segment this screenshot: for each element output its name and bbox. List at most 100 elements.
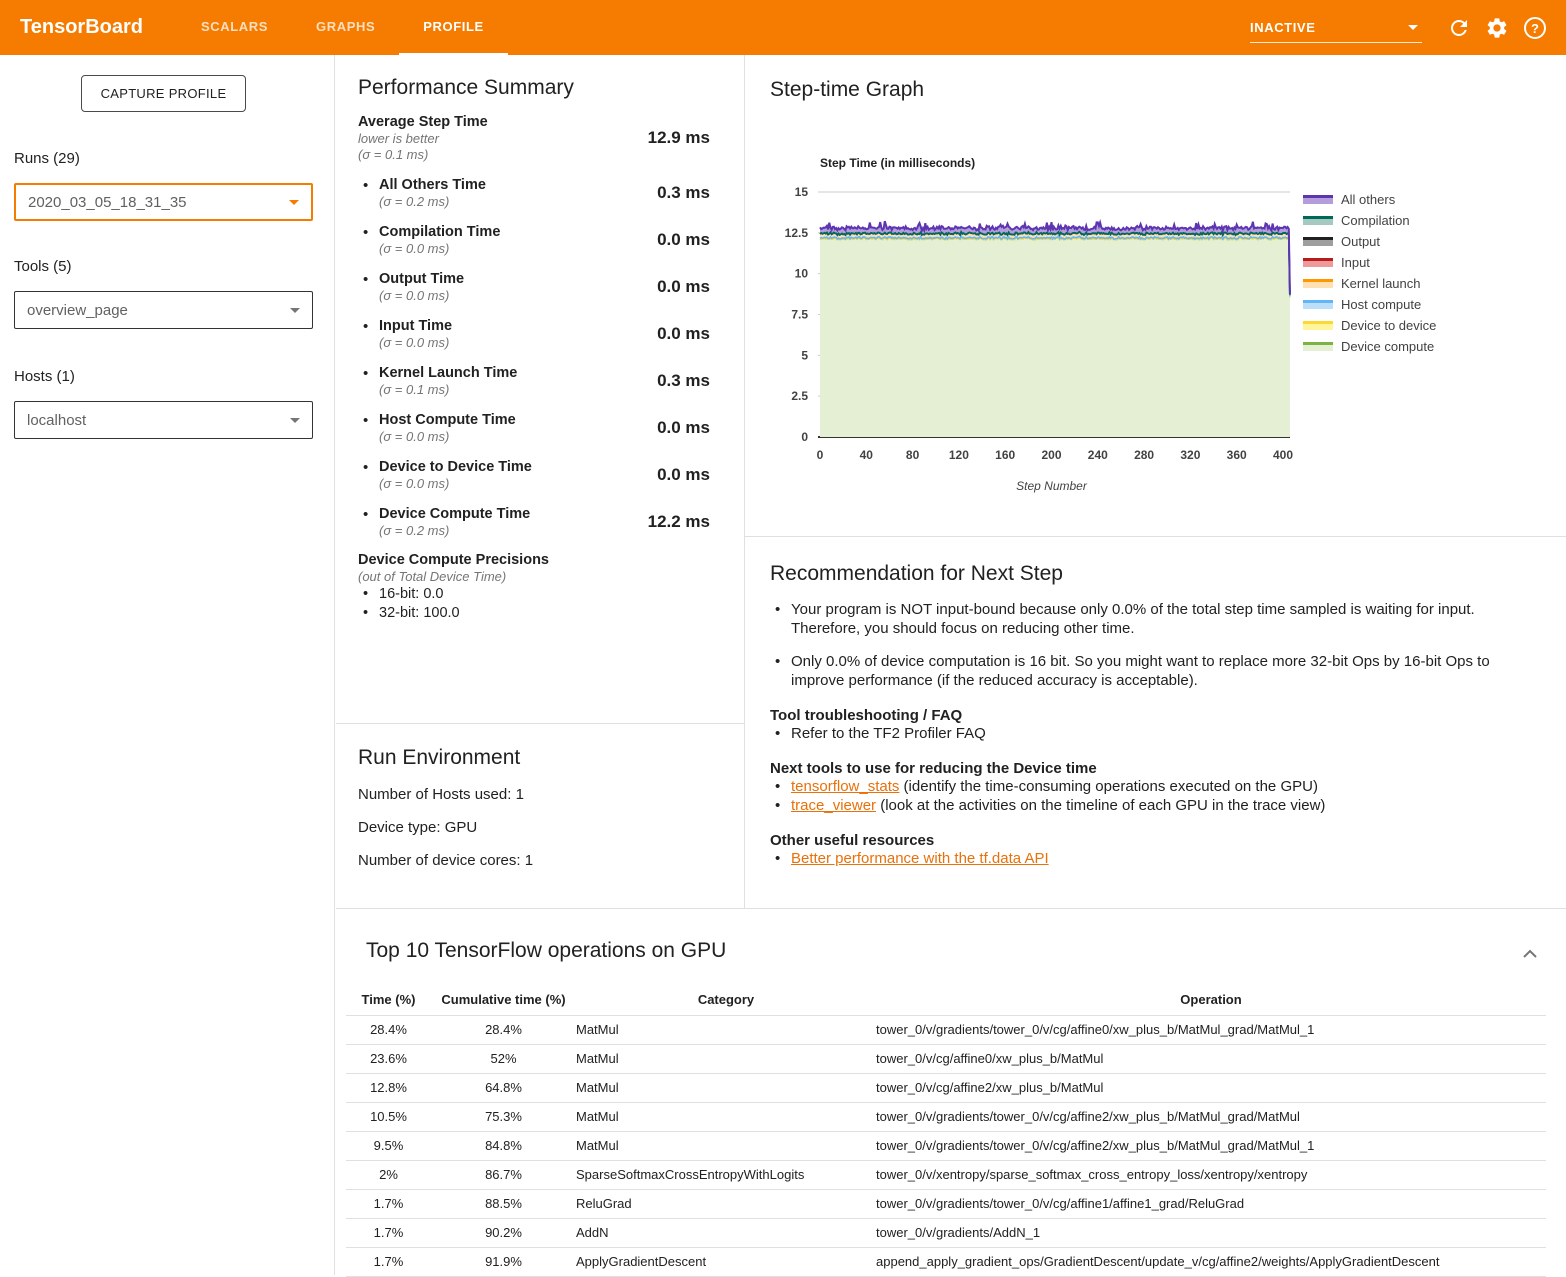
table-row: 1.7%90.2%AddNtower_0/v/gradients/AddN_1 bbox=[346, 1218, 1546, 1247]
chevron-down-icon bbox=[290, 308, 300, 313]
metric-name: Kernel Launch Time bbox=[379, 364, 618, 382]
table-cell: 9.5% bbox=[346, 1131, 431, 1160]
top10-table: Time (%) Cumulative time (%) Category Op… bbox=[346, 985, 1546, 1277]
metric-label: Compilation Time(σ = 0.0 ms) bbox=[379, 223, 618, 257]
status-dropdown[interactable]: INACTIVE bbox=[1250, 13, 1422, 43]
table-cell: MatMul bbox=[576, 1044, 876, 1073]
table-cell: tower_0/v/gradients/tower_0/v/cg/affine2… bbox=[876, 1102, 1546, 1131]
table-row: 2%86.7%SparseSoftmaxCrossEntropyWithLogi… bbox=[346, 1160, 1546, 1189]
metric-note: lower is better bbox=[358, 131, 618, 147]
x-tick-label: 80 bbox=[906, 448, 920, 462]
app-title: TensorBoard bbox=[0, 16, 165, 39]
table-cell: 1.7% bbox=[346, 1218, 431, 1247]
capture-profile-button[interactable]: CAPTURE PROFILE bbox=[81, 75, 246, 112]
metric-label: Kernel Launch Time(σ = 0.1 ms) bbox=[379, 364, 618, 398]
reco-heading: Tool troubleshooting / FAQ bbox=[770, 707, 1541, 724]
runs-dropdown-value: 2020_03_05_18_31_35 bbox=[28, 194, 187, 211]
metric-label: Device Compute Time(σ = 0.2 ms) bbox=[379, 505, 618, 539]
status-dropdown-value: INACTIVE bbox=[1250, 20, 1315, 35]
y-tick-label: 0 bbox=[801, 430, 808, 444]
metric-row: Compilation Time(σ = 0.0 ms)0.0 ms bbox=[358, 223, 728, 257]
hosts-dropdown-value: localhost bbox=[27, 412, 86, 429]
legend-label: Output bbox=[1341, 234, 1380, 249]
recommendation-bullet: Your program is NOT input-bound because … bbox=[770, 600, 1545, 638]
legend-item: Input bbox=[1303, 252, 1436, 273]
hosts-label: Hosts (1) bbox=[14, 368, 75, 385]
metric-sigma: (σ = 0.0 ms) bbox=[379, 429, 618, 445]
table-cell: 28.4% bbox=[346, 1015, 431, 1044]
tools-dropdown[interactable]: overview_page bbox=[14, 291, 313, 329]
step-time-chart-svg: Step Time (in milliseconds)02.557.51012.… bbox=[762, 150, 1302, 500]
x-tick-label: 240 bbox=[1088, 448, 1108, 462]
summary-column: Performance Summary Average Step Timelow… bbox=[336, 55, 745, 908]
legend-label: All others bbox=[1341, 192, 1395, 207]
table-cell: 88.5% bbox=[431, 1189, 576, 1218]
metric-name: Host Compute Time bbox=[379, 411, 618, 429]
recommendation-section: Recommendation for Next Step Your progra… bbox=[745, 537, 1566, 868]
run-environment-lines: Number of Hosts used: 1Device type: GPUN… bbox=[358, 786, 744, 869]
col-category: Category bbox=[576, 985, 876, 1015]
y-tick-label: 12.5 bbox=[785, 226, 809, 240]
metric-row: All Others Time(σ = 0.2 ms)0.3 ms bbox=[358, 176, 728, 210]
env-line: Number of Hosts used: 1 bbox=[358, 786, 744, 803]
top10-header: Top 10 TensorFlow operations on GPU bbox=[336, 909, 1566, 963]
metric-row: Kernel Launch Time(σ = 0.1 ms)0.3 ms bbox=[358, 364, 728, 398]
table-cell: 52% bbox=[431, 1044, 576, 1073]
graph-column: Step-time Graph Step Time (in millisecon… bbox=[745, 55, 1566, 908]
table-cell: 75.3% bbox=[431, 1102, 576, 1131]
legend-label: Host compute bbox=[1341, 297, 1421, 312]
precision-item: 16-bit: 0.0 bbox=[358, 585, 744, 604]
y-tick-label: 15 bbox=[795, 185, 809, 199]
tab-profile[interactable]: PROFILE bbox=[399, 0, 508, 55]
legend-swatch bbox=[1303, 279, 1333, 288]
legend-item: All others bbox=[1303, 189, 1436, 210]
table-cell: 64.8% bbox=[431, 1073, 576, 1102]
x-axis-title: Step Number bbox=[1016, 479, 1088, 493]
table-cell: MatMul bbox=[576, 1015, 876, 1044]
metric-sigma: (σ = 0.0 ms) bbox=[379, 241, 618, 257]
metric-row: Input Time(σ = 0.0 ms)0.0 ms bbox=[358, 317, 728, 351]
precisions-subtitle: (out of Total Device Time) bbox=[358, 568, 744, 585]
settings-gear-icon[interactable] bbox=[1485, 16, 1509, 40]
recommendation-bullets: Your program is NOT input-bound because … bbox=[770, 600, 1545, 690]
metric-name: Output Time bbox=[379, 270, 618, 288]
reco-item: trace_viewer (look at the activities on … bbox=[770, 796, 1541, 815]
help-icon[interactable]: ? bbox=[1523, 16, 1547, 40]
chevron-down-icon bbox=[290, 418, 300, 423]
table-cell: 1.7% bbox=[346, 1247, 431, 1276]
table-cell: append_apply_gradient_ops/GradientDescen… bbox=[876, 1247, 1546, 1276]
collapse-chevron-up-icon[interactable] bbox=[1518, 942, 1542, 966]
table-cell: tower_0/v/xentropy/sparse_softmax_cross_… bbox=[876, 1160, 1546, 1189]
table-row: 9.5%84.8%MatMultower_0/v/gradients/tower… bbox=[346, 1131, 1546, 1160]
table-cell: AddN bbox=[576, 1218, 876, 1247]
table-cell: 84.8% bbox=[431, 1131, 576, 1160]
metric-label: All Others Time(σ = 0.2 ms) bbox=[379, 176, 618, 210]
x-tick-label: 0 bbox=[817, 448, 824, 462]
table-row: 1.7%88.5%ReluGradtower_0/v/gradients/tow… bbox=[346, 1189, 1546, 1218]
top10-table-body: 28.4%28.4%MatMultower_0/v/gradients/towe… bbox=[346, 1015, 1546, 1276]
metric-value: 12.9 ms bbox=[618, 128, 728, 148]
metric-name: Device Compute Time bbox=[379, 505, 618, 523]
x-tick-label: 320 bbox=[1180, 448, 1200, 462]
refresh-icon[interactable] bbox=[1447, 16, 1471, 40]
metric-row: Device Compute Time(σ = 0.2 ms)12.2 ms bbox=[358, 505, 728, 539]
reco-link[interactable]: tensorflow_stats bbox=[791, 778, 899, 795]
metric-row: Device to Device Time(σ = 0.0 ms)0.0 ms bbox=[358, 458, 728, 492]
table-row: 28.4%28.4%MatMultower_0/v/gradients/towe… bbox=[346, 1015, 1546, 1044]
precision-item: 32-bit: 100.0 bbox=[358, 604, 744, 623]
metric-value: 12.2 ms bbox=[618, 512, 728, 532]
reco-list: tensorflow_stats (identify the time-cons… bbox=[770, 777, 1541, 815]
metric-label: Host Compute Time(σ = 0.0 ms) bbox=[379, 411, 618, 445]
hosts-dropdown[interactable]: localhost bbox=[14, 401, 313, 439]
runs-dropdown[interactable]: 2020_03_05_18_31_35 bbox=[14, 183, 313, 221]
table-cell: 91.9% bbox=[431, 1247, 576, 1276]
metric-name: All Others Time bbox=[379, 176, 618, 194]
reco-link[interactable]: Better performance with the tf.data API bbox=[791, 850, 1049, 867]
tab-graphs[interactable]: GRAPHS bbox=[292, 0, 399, 55]
run-environment-section: Run Environment Number of Hosts used: 1D… bbox=[336, 723, 744, 869]
table-cell: MatMul bbox=[576, 1073, 876, 1102]
reco-link[interactable]: trace_viewer bbox=[791, 797, 876, 814]
metric-label: Device to Device Time(σ = 0.0 ms) bbox=[379, 458, 618, 492]
reco-list: Better performance with the tf.data API bbox=[770, 849, 1541, 868]
tab-scalars[interactable]: SCALARS bbox=[177, 0, 292, 55]
